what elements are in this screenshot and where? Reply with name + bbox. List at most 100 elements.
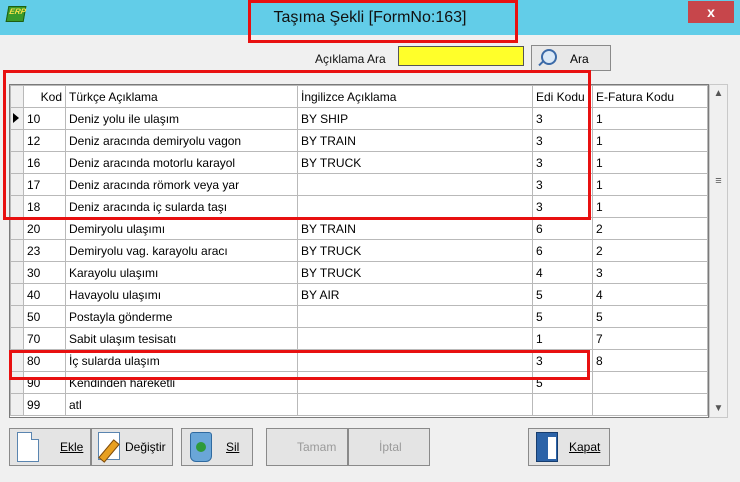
cell-edi[interactable]: 5 <box>532 305 593 328</box>
cell-kod[interactable]: 12 <box>23 129 66 152</box>
table-row[interactable]: 30 Karayolu ulaşımı BY TRUCK 4 3 <box>10 261 708 284</box>
table-row[interactable]: 99 atl <box>10 393 708 416</box>
table-row[interactable]: 12 Deniz aracında demiryolu vagon BY TRAIN… <box>10 129 708 152</box>
cell-ingilizce[interactable] <box>297 305 533 328</box>
table-row[interactable]: 80 İç sularda ulaşım 3 8 <box>10 349 708 372</box>
cell-kod[interactable]: 99 <box>23 393 66 416</box>
cell-kod[interactable]: 10 <box>23 107 66 130</box>
cell-turkce[interactable]: Karayolu ulaşımı <box>65 261 298 284</box>
cell-ingilizce[interactable] <box>297 173 533 196</box>
row-indicator[interactable] <box>10 217 24 240</box>
cell-ingilizce[interactable] <box>297 327 533 350</box>
cell-kod[interactable]: 20 <box>23 217 66 240</box>
cell-kod[interactable]: 80 <box>23 349 66 372</box>
search-button[interactable]: Ara <box>531 45 611 71</box>
scroll-down-icon[interactable]: ▼ <box>710 400 727 417</box>
search-input[interactable] <box>398 46 524 66</box>
cell-kod[interactable]: 17 <box>23 173 66 196</box>
edit-button[interactable]: Değiştir <box>91 428 173 466</box>
cell-ingilizce[interactable] <box>297 393 533 416</box>
cell-edi[interactable]: 3 <box>532 349 593 372</box>
cell-ingilizce[interactable] <box>297 349 533 372</box>
row-indicator[interactable] <box>10 151 24 174</box>
cell-ingilizce[interactable]: BY TRUCK <box>297 239 533 262</box>
add-button[interactable]: Ekle <box>9 428 91 466</box>
row-indicator[interactable] <box>10 371 24 394</box>
cell-turkce[interactable]: Postayla gönderme <box>65 305 298 328</box>
cell-edi[interactable]: 3 <box>532 129 593 152</box>
cell-edi[interactable]: 1 <box>532 327 593 350</box>
cell-ingilizce[interactable]: BY SHIP <box>297 107 533 130</box>
cell-edi[interactable]: 5 <box>532 283 593 306</box>
row-indicator[interactable] <box>10 261 24 284</box>
table-row[interactable]: 16 Deniz aracında motorlu karayol BY TRUCK… <box>10 151 708 174</box>
cell-turkce[interactable]: Deniz yolu ile ulaşım <box>65 107 298 130</box>
data-grid[interactable]: Kod Türkçe Açıklama İngilizce Açıklama E… <box>9 84 709 418</box>
cell-ingilizce[interactable] <box>297 195 533 218</box>
table-row[interactable]: 40 Havayolu ulaşımı BY AIR 5 4 <box>10 283 708 306</box>
cell-turkce[interactable]: atl <box>65 393 298 416</box>
delete-button[interactable]: Sil <box>181 428 253 466</box>
cell-edi[interactable]: 3 <box>532 151 593 174</box>
cell-edi[interactable]: 3 <box>532 107 593 130</box>
cell-ingilizce[interactable]: BY TRUCK <box>297 151 533 174</box>
row-indicator[interactable] <box>10 195 24 218</box>
cell-ingilizce[interactable] <box>297 371 533 394</box>
cell-efatura[interactable]: 5 <box>592 305 708 328</box>
cell-ingilizce[interactable]: BY TRAIN <box>297 217 533 240</box>
close-window-button[interactable]: x <box>688 1 734 23</box>
row-indicator[interactable] <box>10 239 24 262</box>
cell-kod[interactable]: 50 <box>23 305 66 328</box>
cell-ingilizce[interactable]: BY TRAIN <box>297 129 533 152</box>
header-ingilizce[interactable]: İngilizce Açıklama <box>297 85 533 108</box>
cell-turkce[interactable]: Sabit ulaşım tesisatı <box>65 327 298 350</box>
cell-ingilizce[interactable]: BY AIR <box>297 283 533 306</box>
cell-edi[interactable]: 6 <box>532 239 593 262</box>
row-indicator[interactable] <box>10 173 24 196</box>
cell-efatura[interactable] <box>592 393 708 416</box>
cell-kod[interactable]: 23 <box>23 239 66 262</box>
row-indicator[interactable] <box>10 283 24 306</box>
ok-button[interactable]: Tamam <box>266 428 348 466</box>
table-row[interactable]: 50 Postayla gönderme 5 5 <box>10 305 708 328</box>
table-row[interactable]: 20 Demiryolu ulaşımı BY TRAIN 6 2 <box>10 217 708 240</box>
table-row[interactable]: 17 Deniz aracında römork veya yar 3 1 <box>10 173 708 196</box>
cell-efatura[interactable]: 1 <box>592 151 708 174</box>
cell-kod[interactable]: 18 <box>23 195 66 218</box>
cell-efatura[interactable]: 7 <box>592 327 708 350</box>
table-row[interactable]: 10 Deniz yolu ile ulaşım BY SHIP 3 1 <box>10 107 708 130</box>
cell-edi[interactable]: 3 <box>532 195 593 218</box>
table-row[interactable]: 18 Deniz aracında iç sularda taşı 3 1 <box>10 195 708 218</box>
cell-kod[interactable]: 16 <box>23 151 66 174</box>
cell-efatura[interactable]: 3 <box>592 261 708 284</box>
cell-efatura[interactable]: 8 <box>592 349 708 372</box>
cell-efatura[interactable]: 1 <box>592 129 708 152</box>
cell-turkce[interactable]: Deniz aracında motorlu karayol <box>65 151 298 174</box>
cell-efatura[interactable]: 1 <box>592 107 708 130</box>
close-button[interactable]: Kapat <box>528 428 610 466</box>
cell-turkce[interactable]: Deniz aracında römork veya yar <box>65 173 298 196</box>
header-turkce[interactable]: Türkçe Açıklama <box>65 85 298 108</box>
cell-turkce[interactable]: Deniz aracında iç sularda taşı <box>65 195 298 218</box>
table-row[interactable]: 90 Kendinden hareketli 5 <box>10 371 708 394</box>
cancel-button[interactable]: İptal <box>348 428 430 466</box>
cell-turkce[interactable]: Havayolu ulaşımı <box>65 283 298 306</box>
cell-edi[interactable]: 6 <box>532 217 593 240</box>
cell-turkce[interactable]: Demiryolu ulaşımı <box>65 217 298 240</box>
cell-efatura[interactable]: 2 <box>592 217 708 240</box>
scroll-grip-icon[interactable]: ≡ <box>713 175 724 187</box>
header-efatura[interactable]: E-Fatura Kodu <box>592 85 708 108</box>
cell-turkce[interactable]: Kendinden hareketli <box>65 371 298 394</box>
cell-ingilizce[interactable]: BY TRUCK <box>297 261 533 284</box>
cell-turkce[interactable]: İç sularda ulaşım <box>65 349 298 372</box>
vertical-scrollbar[interactable]: ▲ ≡ ▼ <box>709 84 728 418</box>
cell-efatura[interactable]: 1 <box>592 195 708 218</box>
cell-kod[interactable]: 90 <box>23 371 66 394</box>
header-kod[interactable]: Kod <box>23 85 66 108</box>
table-row[interactable]: 23 Demiryolu vag. karayolu aracı BY TRUCK 6… <box>10 239 708 262</box>
cell-efatura[interactable]: 1 <box>592 173 708 196</box>
cell-edi[interactable] <box>532 393 593 416</box>
cell-kod[interactable]: 70 <box>23 327 66 350</box>
row-indicator[interactable] <box>10 129 24 152</box>
cell-efatura[interactable]: 4 <box>592 283 708 306</box>
